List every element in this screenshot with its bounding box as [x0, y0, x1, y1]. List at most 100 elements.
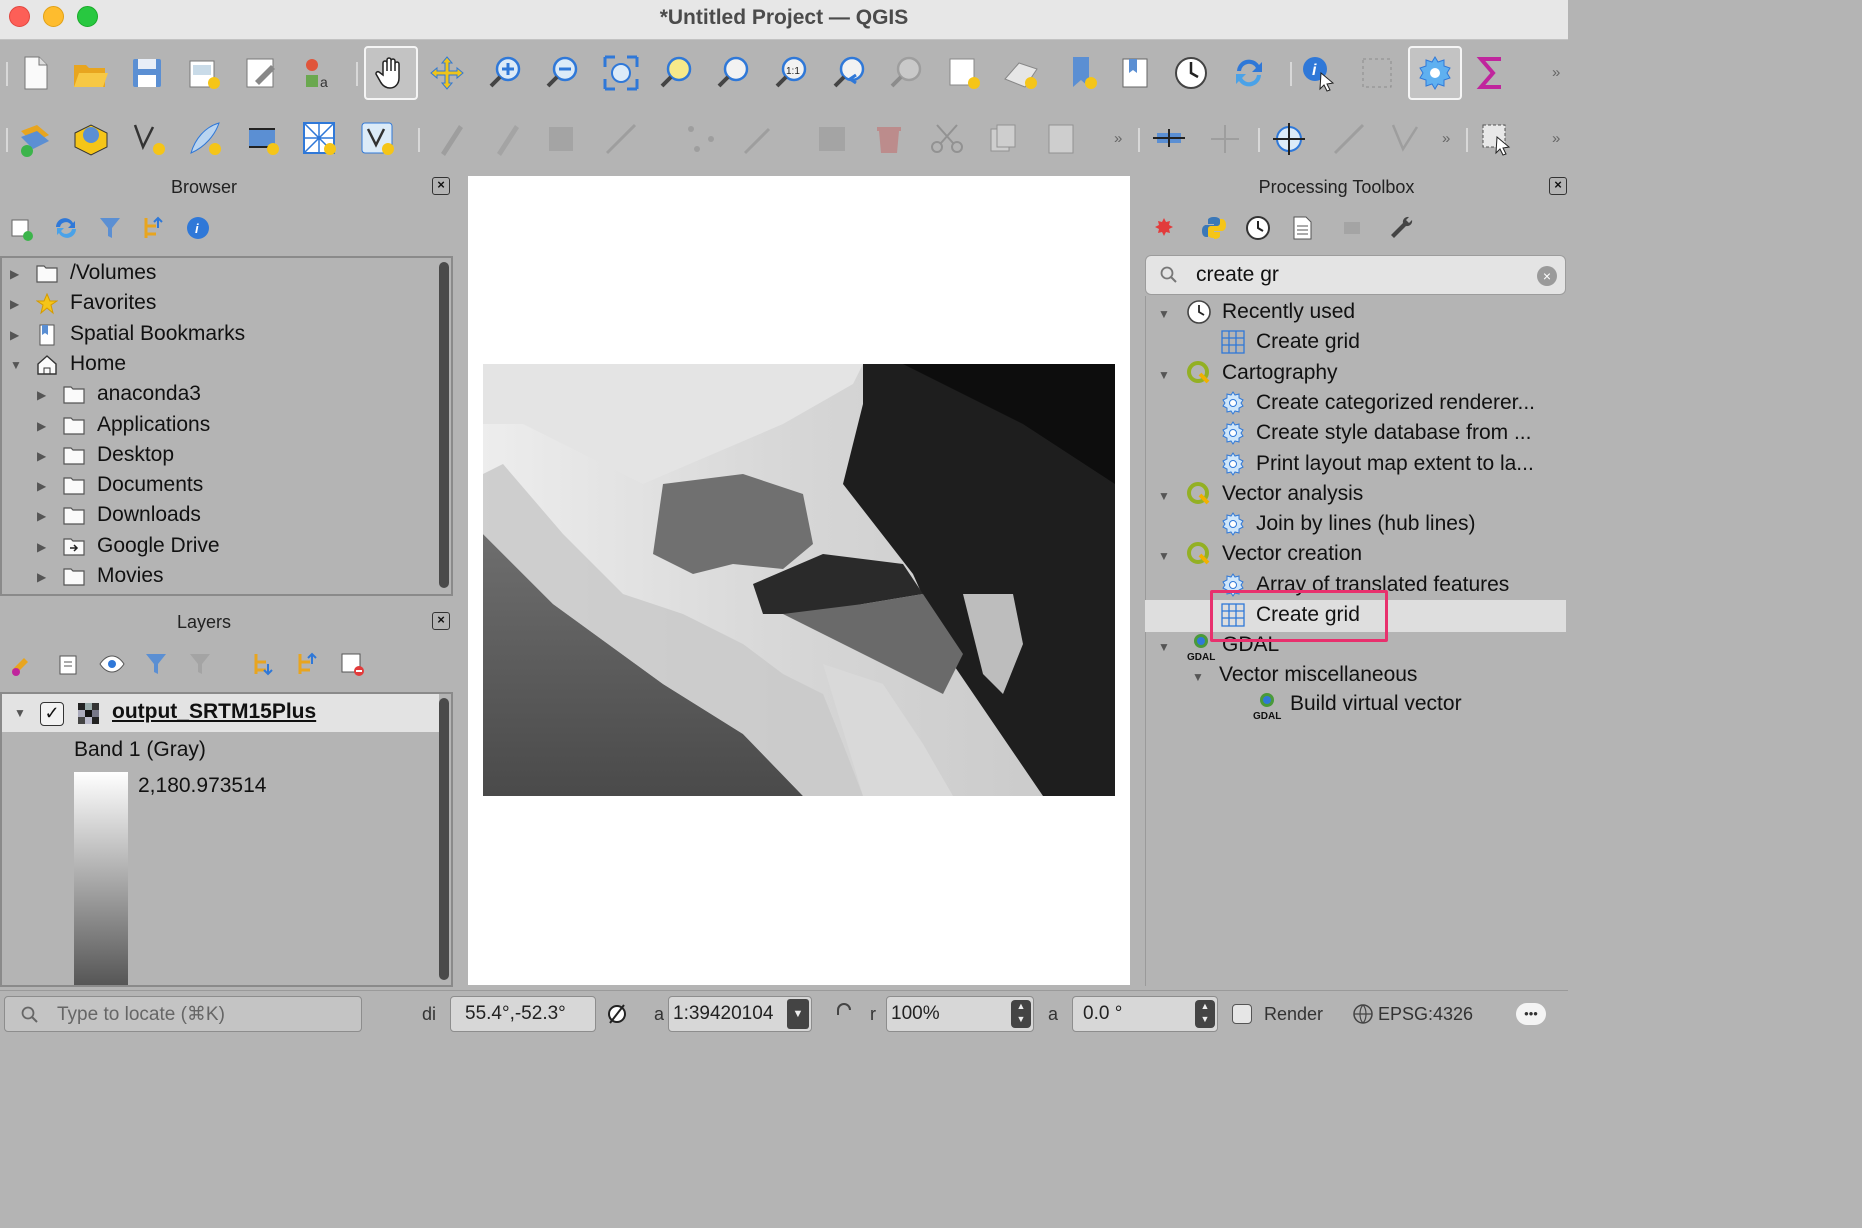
save-project-icon[interactable] — [124, 50, 170, 96]
browser-item[interactable]: ▶ Desktop — [0, 441, 430, 471]
expanded-arrow-icon[interactable]: ▼ — [1158, 549, 1170, 563]
processing-search-input[interactable]: create gr × — [1145, 255, 1566, 295]
snapping-icon[interactable] — [1326, 116, 1372, 162]
browser-item[interactable]: ▶ Favorites — [0, 289, 430, 319]
scale-field[interactable]: 1:39420104 ▼ — [668, 996, 812, 1032]
add-delimited-text-icon[interactable] — [297, 116, 343, 162]
editing-toolbar-overflow-icon[interactable]: » — [1114, 130, 1122, 147]
digitize-shape-icon[interactable] — [1202, 116, 1248, 162]
new-bookmark-icon[interactable] — [1058, 50, 1104, 96]
collapsed-arrow-icon[interactable]: ▶ — [10, 297, 19, 311]
toolbar-overflow-icon[interactable]: » — [1552, 64, 1560, 81]
pan-to-selection-icon[interactable] — [424, 50, 470, 96]
open-layer-styling-icon[interactable] — [6, 648, 38, 680]
zoom-next-icon[interactable] — [884, 50, 930, 96]
messages-button[interactable]: ••• — [1516, 1003, 1546, 1025]
options-icon[interactable] — [1386, 212, 1418, 244]
new-print-layout-icon[interactable] — [181, 50, 227, 96]
browser-item[interactable]: ▶ /Volumes — [0, 259, 430, 289]
processing-close-icon[interactable]: × — [1549, 177, 1567, 195]
georeferencer-icon[interactable] — [1146, 116, 1192, 162]
collapsed-arrow-icon[interactable]: ▶ — [37, 570, 46, 584]
layers-scrollbar[interactable] — [439, 698, 449, 980]
expanded-arrow-icon[interactable]: ▼ — [1158, 640, 1170, 654]
zoom-full-icon[interactable] — [598, 50, 644, 96]
paste-features-icon[interactable] — [1038, 116, 1084, 162]
new-map-view-icon[interactable] — [941, 50, 987, 96]
coordinate-field[interactable]: 55.4°,-52.3° — [450, 996, 596, 1032]
expanded-arrow-icon[interactable]: ▼ — [10, 358, 22, 372]
collapse-layers-icon[interactable] — [292, 648, 324, 680]
lock-scale-icon[interactable] — [834, 1003, 854, 1025]
zoom-native-icon[interactable]: 1:1 — [769, 50, 815, 96]
vertex-tool-icon[interactable] — [678, 116, 724, 162]
expanded-arrow-icon[interactable]: ▼ — [1158, 368, 1170, 382]
zoom-to-layer-icon[interactable] — [711, 50, 757, 96]
delete-selected-icon[interactable] — [866, 116, 912, 162]
filter-browser-icon[interactable] — [94, 212, 126, 244]
digitize-line-icon[interactable] — [598, 116, 644, 162]
layer-name[interactable]: output_SRTM15Plus — [112, 700, 316, 724]
browser-item[interactable]: ▶ Spatial Bookmarks — [0, 320, 430, 350]
filter-legend-icon[interactable] — [140, 648, 172, 680]
collapsed-arrow-icon[interactable]: ▶ — [37, 419, 46, 433]
layer-visibility-checkbox[interactable]: ✓ — [40, 702, 64, 726]
browser-item[interactable]: ▶ Applications — [0, 411, 430, 441]
browser-item[interactable]: ▶ Documents — [0, 471, 430, 501]
toggle-extents-icon[interactable] — [604, 1001, 630, 1027]
browser-scrollbar[interactable] — [439, 262, 449, 588]
zoom-to-selection-icon[interactable] — [654, 50, 700, 96]
select-features-icon[interactable] — [1474, 116, 1520, 162]
map-canvas[interactable] — [468, 176, 1130, 985]
statistical-summary-icon[interactable] — [1468, 50, 1514, 96]
zoom-last-icon[interactable] — [827, 50, 873, 96]
browser-item[interactable]: ▶ Google Drive — [0, 532, 430, 562]
layout-manager-icon[interactable] — [238, 50, 284, 96]
locator-input[interactable]: Type to locate (⌘K) — [4, 996, 362, 1032]
show-bookmarks-icon[interactable] — [1112, 50, 1158, 96]
style-manager-icon[interactable]: a — [295, 50, 341, 96]
edit-features-in-place-icon[interactable] — [1338, 212, 1370, 244]
add-virtual-layer-icon[interactable] — [355, 116, 401, 162]
select-by-area-icon[interactable] — [1354, 50, 1400, 96]
enable-properties-icon[interactable]: i — [182, 212, 214, 244]
open-project-icon[interactable] — [67, 50, 113, 96]
identify-features-icon[interactable]: i — [1296, 50, 1342, 96]
scale-dropdown-icon[interactable]: ▼ — [787, 999, 809, 1029]
clear-search-icon[interactable]: × — [1537, 266, 1557, 286]
rotation-field[interactable]: 0.0 ° ▲ ▼ — [1072, 996, 1218, 1032]
layers-close-icon[interactable]: × — [432, 612, 450, 630]
advanced-toolbar-overflow-icon[interactable]: » — [1442, 130, 1450, 147]
new-3d-map-icon[interactable] — [998, 50, 1044, 96]
processing-toolbox-icon[interactable] — [1408, 46, 1462, 100]
add-selected-layers-icon[interactable] — [6, 212, 38, 244]
collapsed-arrow-icon[interactable]: ▶ — [37, 540, 46, 554]
history-icon[interactable] — [1242, 212, 1274, 244]
cut-features-icon[interactable] — [924, 116, 970, 162]
add-raster-layer-icon[interactable] — [182, 116, 228, 162]
crs-globe-icon[interactable] — [1352, 1003, 1374, 1025]
refresh-browser-icon[interactable] — [50, 212, 82, 244]
collapsed-arrow-icon[interactable]: ▶ — [37, 388, 46, 402]
selection-toolbar-overflow-icon[interactable]: » — [1552, 130, 1560, 147]
browser-item[interactable]: ▶ Movies — [0, 562, 430, 592]
expanded-arrow-icon[interactable]: ▼ — [1158, 489, 1170, 503]
render-checkbox[interactable] — [1232, 1004, 1252, 1024]
collapsed-arrow-icon[interactable]: ▶ — [10, 328, 19, 342]
filter-by-expression-icon[interactable] — [184, 648, 216, 680]
new-project-icon[interactable] — [12, 50, 58, 96]
python-scripts-icon[interactable] — [1198, 212, 1230, 244]
magnifier-field[interactable]: 100% ▲ ▼ — [886, 996, 1034, 1032]
advanced-digitizing-icon[interactable] — [1266, 116, 1312, 162]
browser-item[interactable]: ▼ Home — [0, 350, 430, 380]
browser-item[interactable]: ▶ Downloads — [0, 501, 430, 531]
edit-table-icon[interactable] — [810, 116, 856, 162]
toggle-editing-icon[interactable] — [484, 116, 530, 162]
add-mesh-layer-icon[interactable] — [240, 116, 286, 162]
current-edits-icon[interactable] — [428, 116, 474, 162]
collapsed-arrow-icon[interactable]: ▶ — [10, 267, 19, 281]
rotation-spinner-icon[interactable]: ▲ ▼ — [1195, 1000, 1215, 1028]
modify-attributes-icon[interactable] — [736, 116, 782, 162]
magnifier-spinner-icon[interactable]: ▲ ▼ — [1011, 1000, 1031, 1028]
refresh-icon[interactable] — [1226, 50, 1272, 96]
